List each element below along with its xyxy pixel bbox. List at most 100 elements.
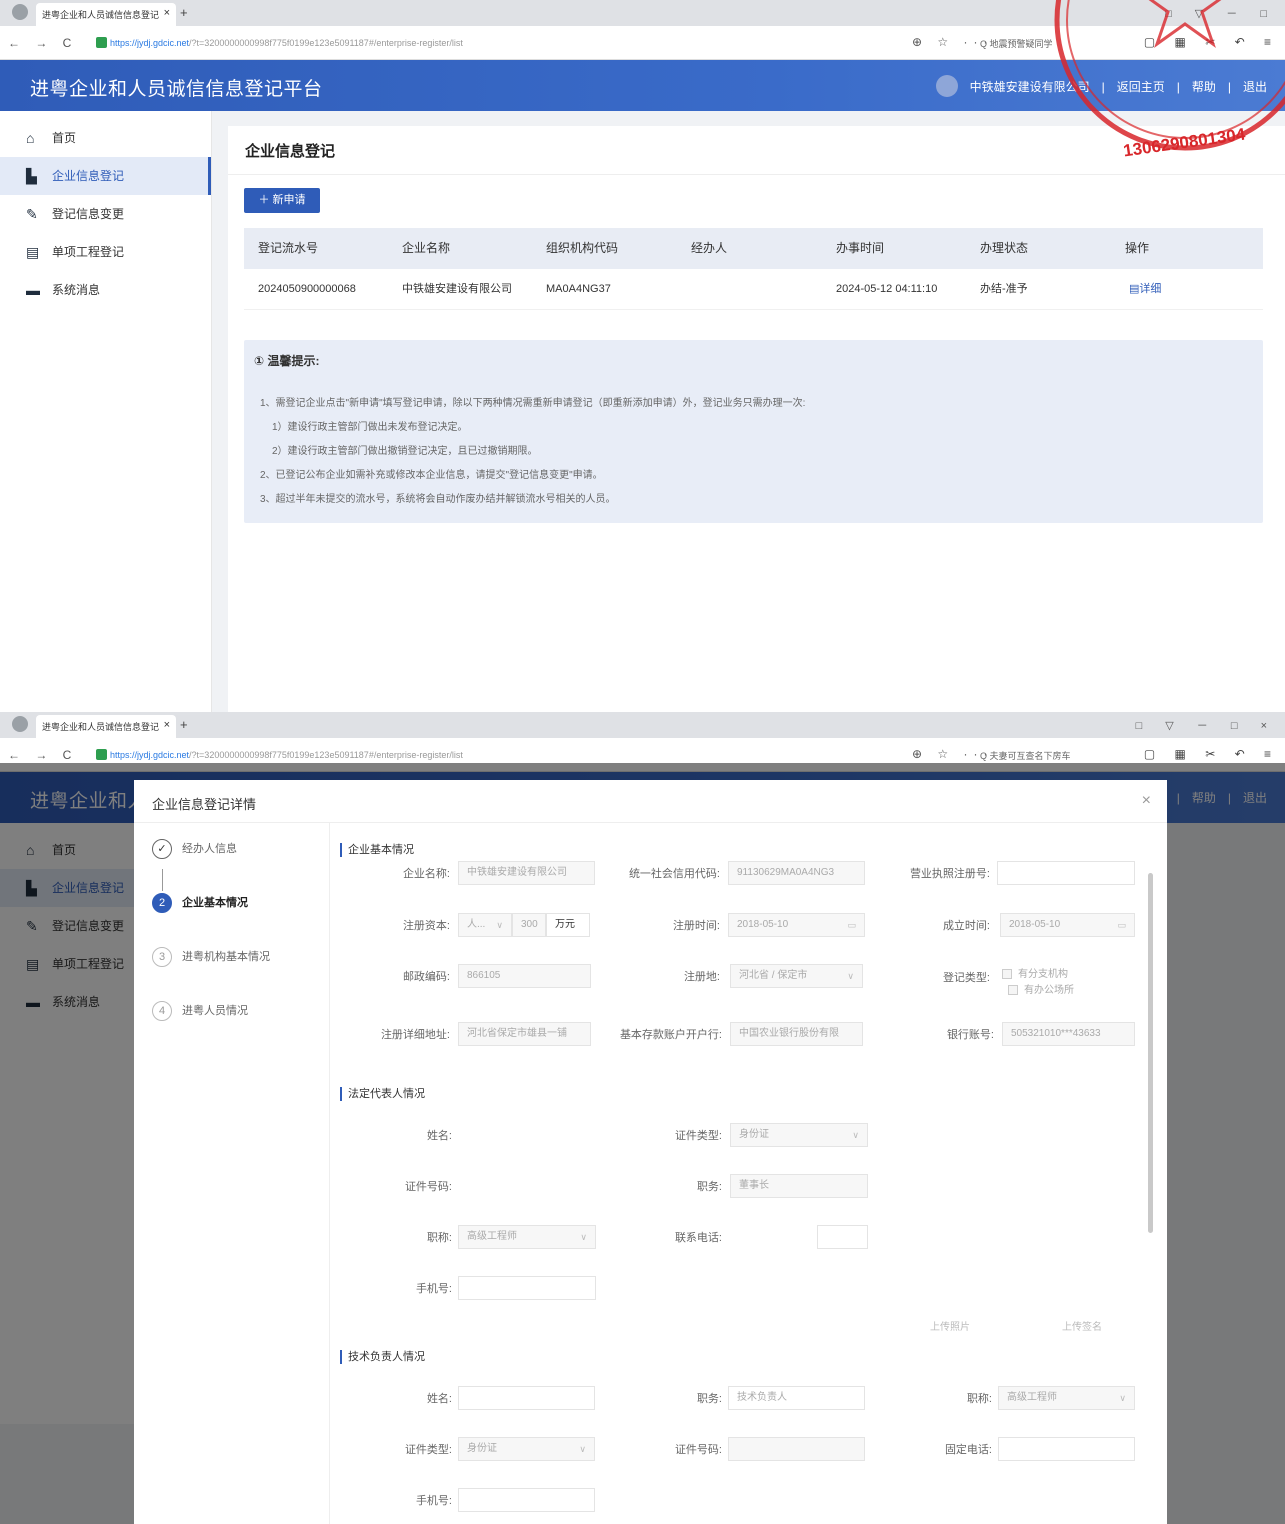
tech-post-field[interactable]: 技术负责人 xyxy=(728,1386,865,1410)
reg-time-field[interactable]: 2018-05-10 ▭ xyxy=(728,913,865,937)
browser-search[interactable]: Q 地震预警疑同学 xyxy=(980,37,1053,50)
address-label: 注册详细地址: xyxy=(380,1029,450,1041)
section-tech: 技术负责人情况 xyxy=(340,1350,425,1364)
bank-field[interactable]: 中国农业银行股份有限 xyxy=(730,1022,863,1046)
red-seal-stamp: 1306290801304 xyxy=(1054,0,1285,161)
license-no-field[interactable] xyxy=(997,861,1135,885)
window-controls[interactable]: □ ▽ － □ × xyxy=(1136,717,1277,733)
new-tab-icon[interactable]: + xyxy=(180,717,188,732)
sidebar-item-change[interactable]: ✎ 登记信息变更 xyxy=(0,195,211,233)
legal-post-label: 职务: xyxy=(696,1181,722,1193)
calendar-icon: ▭ xyxy=(847,920,856,930)
license-no-label: 营业执照注册号: xyxy=(909,868,990,880)
address-field[interactable]: 河北省保定市雄县一铺 xyxy=(458,1022,591,1046)
sidebar-item-register[interactable]: ▙ 企业信息登记 xyxy=(0,157,211,195)
browser-search[interactable]: Q 夫妻可互查名下房车 xyxy=(980,749,1071,762)
cell-company: 中铁雄安建设有限公司 xyxy=(402,283,512,295)
upload-signature-button[interactable]: 上传签名 xyxy=(1062,1318,1102,1333)
tab-close-icon[interactable]: × xyxy=(164,7,170,19)
new-tab-icon[interactable]: + xyxy=(180,5,188,20)
postcode-label: 邮政编码: xyxy=(402,971,450,983)
browser-search-text: 夫妻可互查名下房车 xyxy=(989,751,1071,761)
tech-id-type-label: 证件类型: xyxy=(404,1444,452,1456)
est-time-field[interactable]: 2018-05-10 ▭ xyxy=(1000,913,1135,937)
cell-org-code: MA0A4NG37 xyxy=(546,283,611,295)
new-application-button[interactable]: ＋ 新申请 xyxy=(244,188,320,213)
browser-tab[interactable]: 进粤企业和人员诚信信息登记 × xyxy=(36,715,176,738)
step-personnel[interactable]: 4 进粤人员情况 xyxy=(152,1001,248,1025)
legal-title-label: 职称: xyxy=(426,1232,452,1244)
tip-line: 1、需登记企业点击"新申请"填写登记申请，除以下两种情况需重新申请登记（即重新添… xyxy=(260,398,806,409)
company-form: 企业基本情况 企业名称: 中铁雄安建设有限公司 统一社会信用代码: 911306… xyxy=(330,823,1155,1524)
checkbox-label: 有办公场所 xyxy=(1024,985,1074,996)
col-company: 企业名称 xyxy=(402,241,451,255)
col-org-code: 组织机构代码 xyxy=(546,241,619,255)
step-nav: ✓ 经办人信息 2 企业基本情况 3 进粤机构基本情况 4 进粤人员情况 xyxy=(134,823,330,1524)
detail-modal: 企业信息登记详情 × ✓ 经办人信息 2 企业基本情况 3 进粤机构基本情况 4 进粤人… xyxy=(134,780,1167,1524)
sidebar-item-project[interactable]: ▤ 单项工程登记 xyxy=(0,233,211,271)
tech-fixed-phone-field[interactable] xyxy=(998,1437,1135,1461)
tip-line: 2）建设行政主管部门做出撤销登记决定，且已过撤销期限。 xyxy=(272,446,538,457)
step-number: 4 xyxy=(152,1001,172,1021)
office-checkbox[interactable]: 有办公场所 xyxy=(1008,981,1074,996)
nav-buttons[interactable]: ← → C xyxy=(8,36,77,50)
screenshot-detail-modal: 进粤企业和人员诚信信息登记 × + □ ▽ － □ × ← → C https:/… xyxy=(0,712,1285,1524)
postcode-field[interactable]: 866105 xyxy=(458,964,591,988)
step-label: 企业基本情况 xyxy=(182,896,248,909)
url-path: /?t=3200000000998f775f0199e123e5091187#/… xyxy=(189,38,463,48)
tab-close-icon[interactable]: × xyxy=(164,719,170,731)
tip-line: 1）建设行政主管部门做出未发布登记决定。 xyxy=(272,422,468,433)
tab-title: 进粤企业和人员诚信信息登记 xyxy=(42,722,160,732)
url-field[interactable]: https://jydj.gdcic.net/?t=3200000000998f… xyxy=(110,750,463,760)
sidebar-item-messages[interactable]: ▬ 系统消息 xyxy=(0,271,211,309)
account-field[interactable]: 505321010***43633 xyxy=(1002,1022,1135,1046)
close-icon[interactable]: × xyxy=(1142,792,1151,810)
home-icon: ⌂ xyxy=(26,130,35,146)
detail-label: 详细 xyxy=(1139,283,1162,295)
legal-phone-label: 联系电话: xyxy=(674,1232,722,1244)
step-company-basic[interactable]: 2 企业基本情况 xyxy=(152,893,248,917)
detail-link[interactable]: ▤详细 xyxy=(1129,269,1161,310)
tech-id-type-select[interactable]: 身份证 ∨ xyxy=(458,1437,595,1461)
legal-phone-field[interactable] xyxy=(817,1225,868,1249)
legal-mobile-field[interactable] xyxy=(458,1276,596,1300)
tip-line: 3、超过半年未提交的流水号，系统将会自动作废办结并解锁流水号相关的人员。 xyxy=(260,494,616,505)
browser-toolbar-icons[interactable]: ▢ ▦ ✂ ↶ ≡ xyxy=(1144,747,1279,761)
checkbox-label: 有分支机构 xyxy=(1018,969,1068,980)
page-title: 企业信息登记 xyxy=(245,143,336,160)
step-org-basic[interactable]: 3 进粤机构基本情况 xyxy=(152,947,270,971)
reg-place-select[interactable]: 河北省 / 保定市 ∨ xyxy=(730,964,863,988)
step-label: 进粤人员情况 xyxy=(182,1004,248,1017)
reg-time-value: 2018-05-10 xyxy=(737,919,789,930)
tip-line: 2、已登记公布企业如需补充或修改本企业信息，请提交"登记信息变更"申请。 xyxy=(260,470,603,481)
tech-id-no-field[interactable] xyxy=(728,1437,865,1461)
url-field[interactable]: https://jydj.gdcic.net/?t=3200000000998f… xyxy=(110,38,463,48)
tech-name-field[interactable] xyxy=(458,1386,595,1410)
title-value: 高级工程师 xyxy=(1007,1392,1057,1403)
credit-code-field[interactable]: 91130629MA0A4NG3 xyxy=(728,861,865,885)
capital-field[interactable]: 300 xyxy=(512,913,546,937)
est-time-label: 成立时间: xyxy=(942,920,990,932)
col-time: 办事时间 xyxy=(836,241,885,255)
nav-buttons[interactable]: ← → C xyxy=(8,748,77,762)
currency-value: 人... xyxy=(467,919,486,930)
legal-title-select[interactable]: 高级工程师 ∨ xyxy=(458,1225,596,1249)
message-icon: ▬ xyxy=(26,282,40,298)
legal-id-type-select[interactable]: 身份证 ∨ xyxy=(730,1123,868,1147)
currency-select[interactable]: 人... ∨ xyxy=(458,913,512,937)
legal-post-field[interactable]: 董事长 xyxy=(730,1174,868,1198)
sidebar-item-home[interactable]: ⌂ 首页 xyxy=(0,119,211,157)
avatar[interactable] xyxy=(935,75,958,97)
table-header: 登记流水号 企业名称 组织机构代码 经办人 办事时间 办理状态 操作 xyxy=(244,228,1263,269)
tech-title-select[interactable]: 高级工程师 ∨ xyxy=(998,1386,1135,1410)
tech-mobile-field[interactable] xyxy=(458,1488,595,1512)
upload-photo-button[interactable]: 上传照片 xyxy=(930,1318,970,1333)
col-action: 操作 xyxy=(1125,241,1150,255)
modal-scrollbar[interactable] xyxy=(1148,873,1153,1233)
branch-checkbox[interactable]: 有分支机构 xyxy=(1002,965,1068,980)
browser-tab[interactable]: 进粤企业和人员诚信信息登记 × xyxy=(36,3,176,26)
company-name-field[interactable]: 中铁雄安建设有限公司 xyxy=(458,861,595,885)
section-legal: 法定代表人情况 xyxy=(340,1087,425,1101)
step-handler[interactable]: ✓ 经办人信息 xyxy=(152,839,237,863)
register-icon: ▙ xyxy=(26,168,37,184)
